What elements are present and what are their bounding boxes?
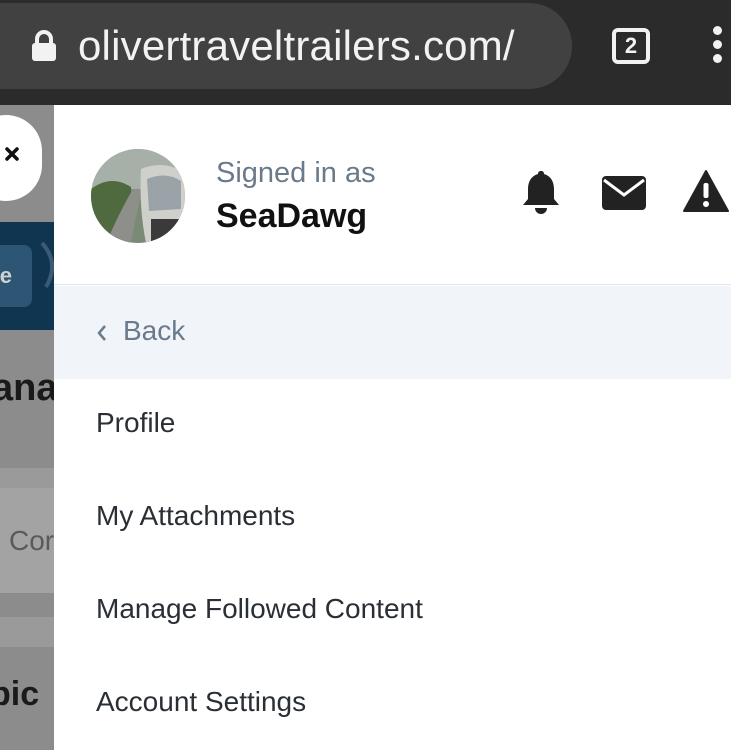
tab-switcher-button[interactable]: 2 xyxy=(612,28,650,64)
back-menu-item[interactable]: Back xyxy=(54,286,731,379)
user-drawer: Signed in as SeaDawg Back Profile My Att… xyxy=(54,105,731,750)
lock-icon xyxy=(32,30,56,61)
background-divider xyxy=(0,617,54,647)
avatar-image xyxy=(91,149,185,243)
menu-item-account-settings[interactable]: Account Settings xyxy=(54,658,731,751)
background-heading: ana xyxy=(0,367,54,409)
user-header: Signed in as SeaDawg xyxy=(54,105,731,285)
menu-item-label: Manage Followed Content xyxy=(96,593,423,624)
more-vert-icon[interactable] xyxy=(710,26,724,66)
url-fade xyxy=(512,3,572,89)
menu-item-my-attachments[interactable]: My Attachments xyxy=(54,472,731,565)
menu-item-manage-followed-content[interactable]: Manage Followed Content xyxy=(54,565,731,658)
chevron-left-icon xyxy=(97,325,106,341)
menu-item-label: Profile xyxy=(96,407,176,438)
menu-item-label: My Attachments xyxy=(96,500,296,531)
signed-in-label: Signed in as xyxy=(216,157,376,189)
background-topic-heading: pic xyxy=(0,675,40,713)
menu-item-profile[interactable]: Profile xyxy=(54,379,731,472)
background-button: e xyxy=(0,245,32,307)
avatar[interactable] xyxy=(91,149,185,243)
menu-item-label: Account Settings xyxy=(96,686,307,717)
address-bar[interactable]: olivertraveltrailers.com/ xyxy=(0,3,572,89)
bell-icon[interactable] xyxy=(520,169,562,215)
close-icon xyxy=(5,147,19,161)
url-text[interactable]: olivertraveltrailers.com/ xyxy=(78,22,515,70)
background-page: e ana Cor pic xyxy=(0,105,54,750)
warning-icon[interactable] xyxy=(683,169,729,213)
background-content-text: Cor xyxy=(9,525,54,556)
browser-toolbar: olivertraveltrailers.com/ 2 xyxy=(0,0,731,105)
envelope-icon[interactable] xyxy=(601,175,647,211)
username[interactable]: SeaDawg xyxy=(216,197,367,236)
back-label: Back xyxy=(123,315,186,346)
background-logo xyxy=(40,241,54,289)
